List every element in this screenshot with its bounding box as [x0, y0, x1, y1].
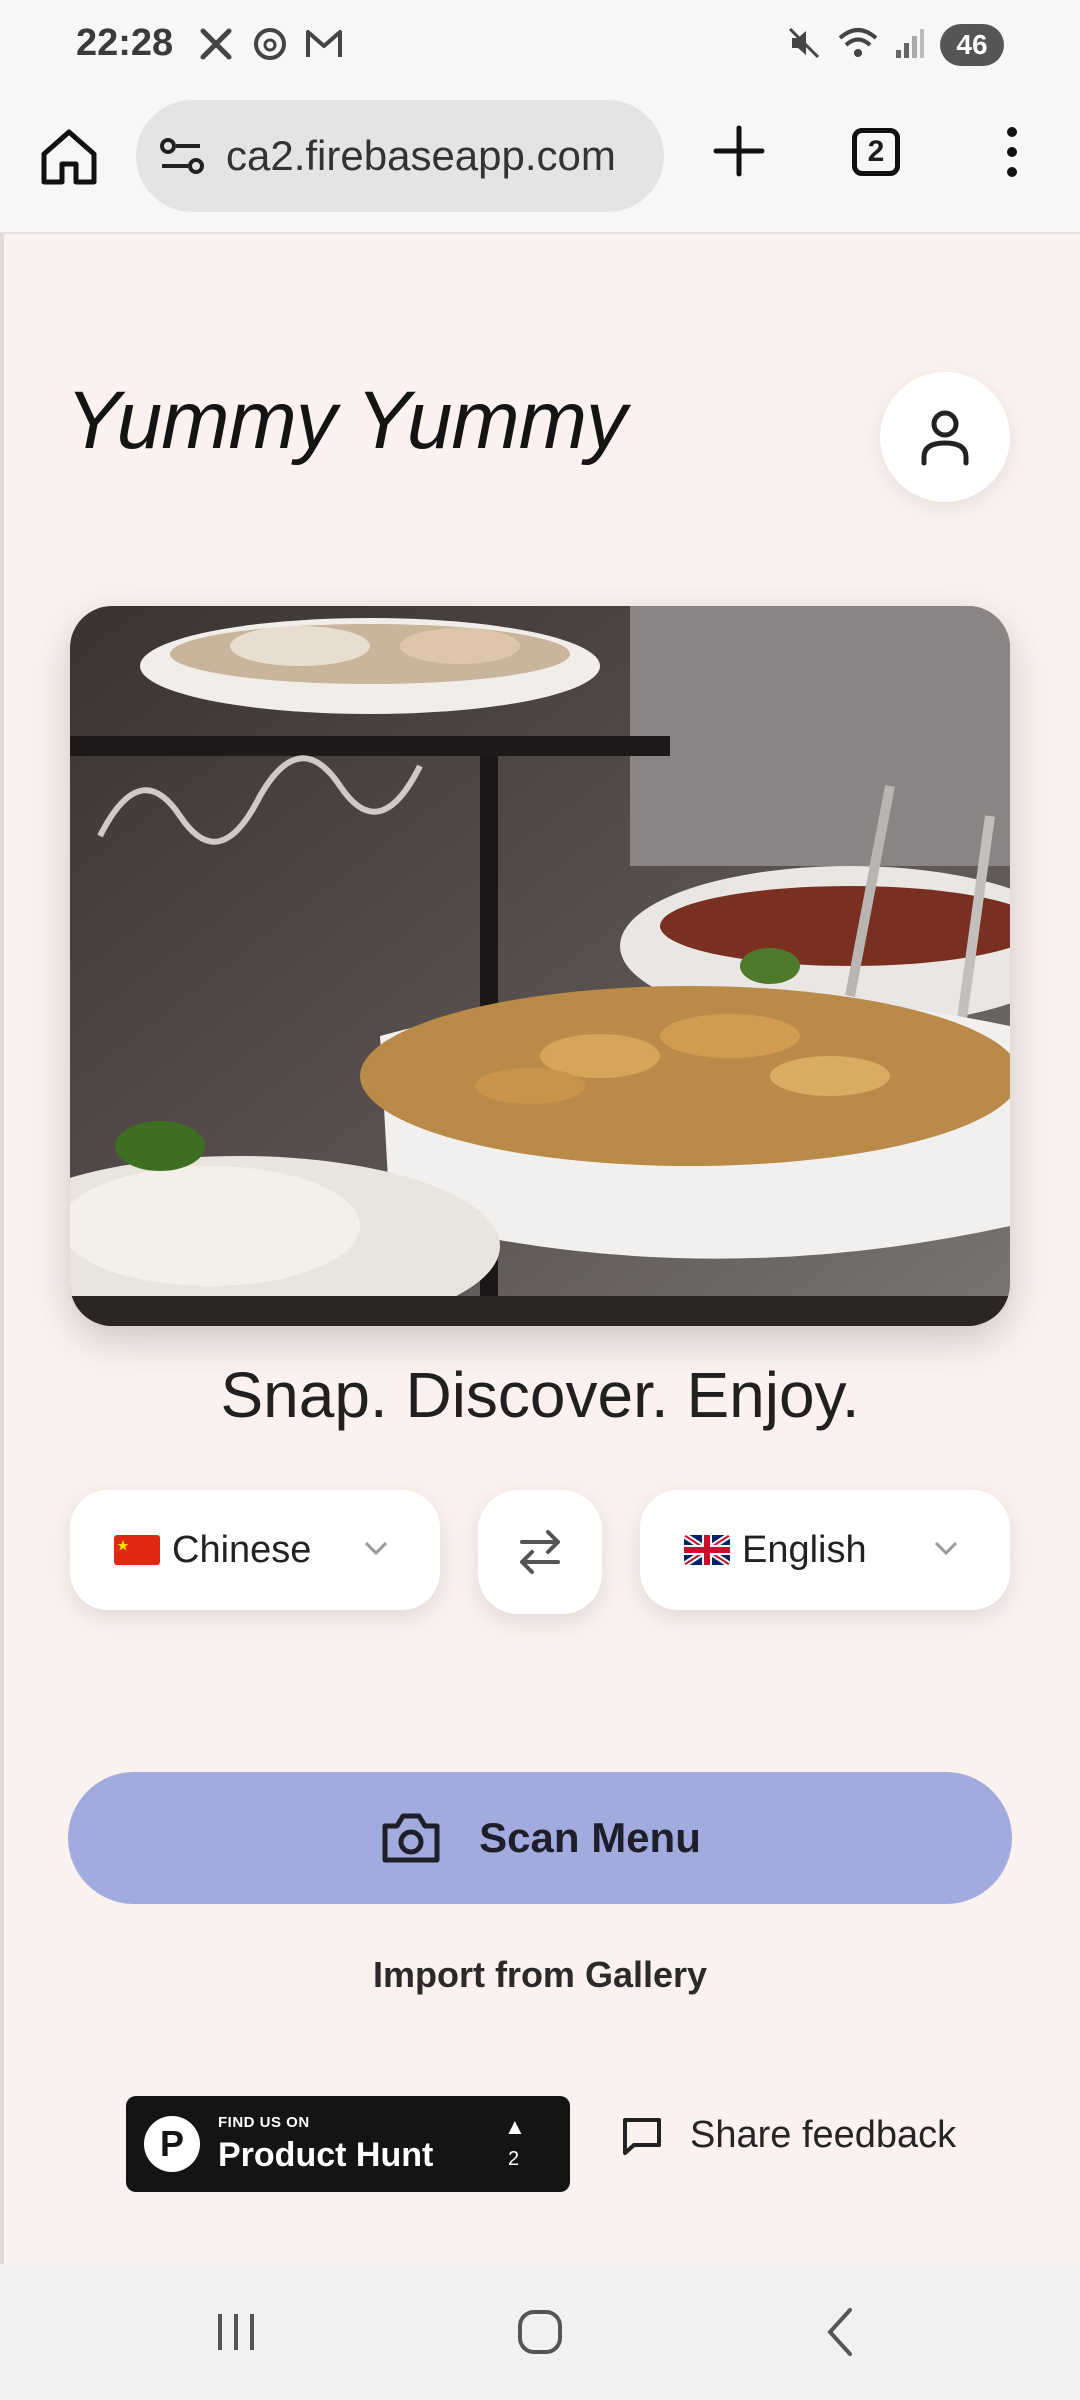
wifi-icon [838, 26, 878, 65]
mute-icon [786, 25, 822, 66]
hero-food-image [70, 606, 1010, 1326]
source-language-label: Chinese [172, 1528, 312, 1571]
tab-switcher-button[interactable]: 2 [852, 128, 900, 176]
user-icon [921, 410, 969, 466]
china-flag-icon [114, 1535, 160, 1565]
uk-flag-icon [684, 1535, 730, 1565]
home-nav-button[interactable] [510, 2302, 570, 2362]
address-bar[interactable]: ca2.firebaseapp.com [136, 100, 664, 212]
new-tab-button[interactable] [704, 116, 774, 186]
status-bar: 22:28 46 [0, 0, 1080, 96]
scan-menu-button[interactable]: Scan Menu [68, 1772, 1012, 1904]
app-page: Yummy Yummy Snap. Discover. Enjoy. Chine… [0, 234, 1080, 2264]
scan-menu-label: Scan Menu [479, 1814, 701, 1861]
camera-icon [382, 1813, 440, 1863]
gmail-icon [304, 24, 344, 64]
swap-languages-button[interactable] [478, 1490, 602, 1614]
signal-icon [894, 26, 924, 65]
source-language-select[interactable]: Chinese [70, 1490, 440, 1610]
app-title: Yummy Yummy [66, 375, 627, 466]
recent-apps-button[interactable] [206, 2302, 266, 2362]
system-nav-bar [0, 2264, 1080, 2400]
target-language-select[interactable]: English [640, 1490, 1010, 1610]
feedback-icon [623, 2117, 661, 2155]
x-icon [196, 24, 236, 64]
target-language-label: English [742, 1528, 867, 1571]
more-vert-icon [1007, 127, 1017, 177]
back-button[interactable] [812, 2302, 872, 2362]
import-from-gallery-link[interactable]: Import from Gallery [0, 1954, 1080, 1996]
threads-icon [250, 24, 290, 64]
chevron-down-icon [364, 1541, 388, 1556]
tagline: Snap. Discover. Enjoy. [220, 1359, 860, 1431]
swap-icon [520, 1530, 560, 1574]
recents-icon [218, 2314, 254, 2350]
product-hunt-badge[interactable]: P FIND US ON Product Hunt ▲ 2 [126, 2096, 570, 2192]
browser-toolbar: ca2.firebaseapp.com 2 [0, 96, 1080, 234]
upvote-icon: ▲ [504, 2114, 526, 2139]
status-time: 22:28 [76, 22, 174, 64]
url-text: ca2.firebaseapp.com [226, 132, 616, 179]
share-feedback-label: Share feedback [690, 2114, 957, 2156]
chevron-down-icon [934, 1541, 958, 1556]
home-circle-icon [518, 2310, 562, 2354]
share-feedback-button[interactable]: Share feedback [620, 2114, 956, 2157]
back-icon [827, 2308, 852, 2356]
home-icon [41, 129, 97, 185]
page-edge [0, 234, 4, 2264]
home-button[interactable] [36, 124, 102, 190]
site-settings-icon[interactable] [156, 130, 210, 184]
product-hunt-caption: FIND US ON [218, 2114, 310, 2131]
product-hunt-title: Product Hunt [218, 2136, 434, 2174]
profile-button[interactable] [880, 372, 1010, 502]
plus-icon [713, 125, 765, 177]
upvote-count: 2 [508, 2148, 520, 2170]
browser-menu-button[interactable] [992, 122, 1032, 182]
battery-indicator: 46 [940, 24, 1004, 66]
product-hunt-logo-icon: P [144, 2116, 200, 2172]
